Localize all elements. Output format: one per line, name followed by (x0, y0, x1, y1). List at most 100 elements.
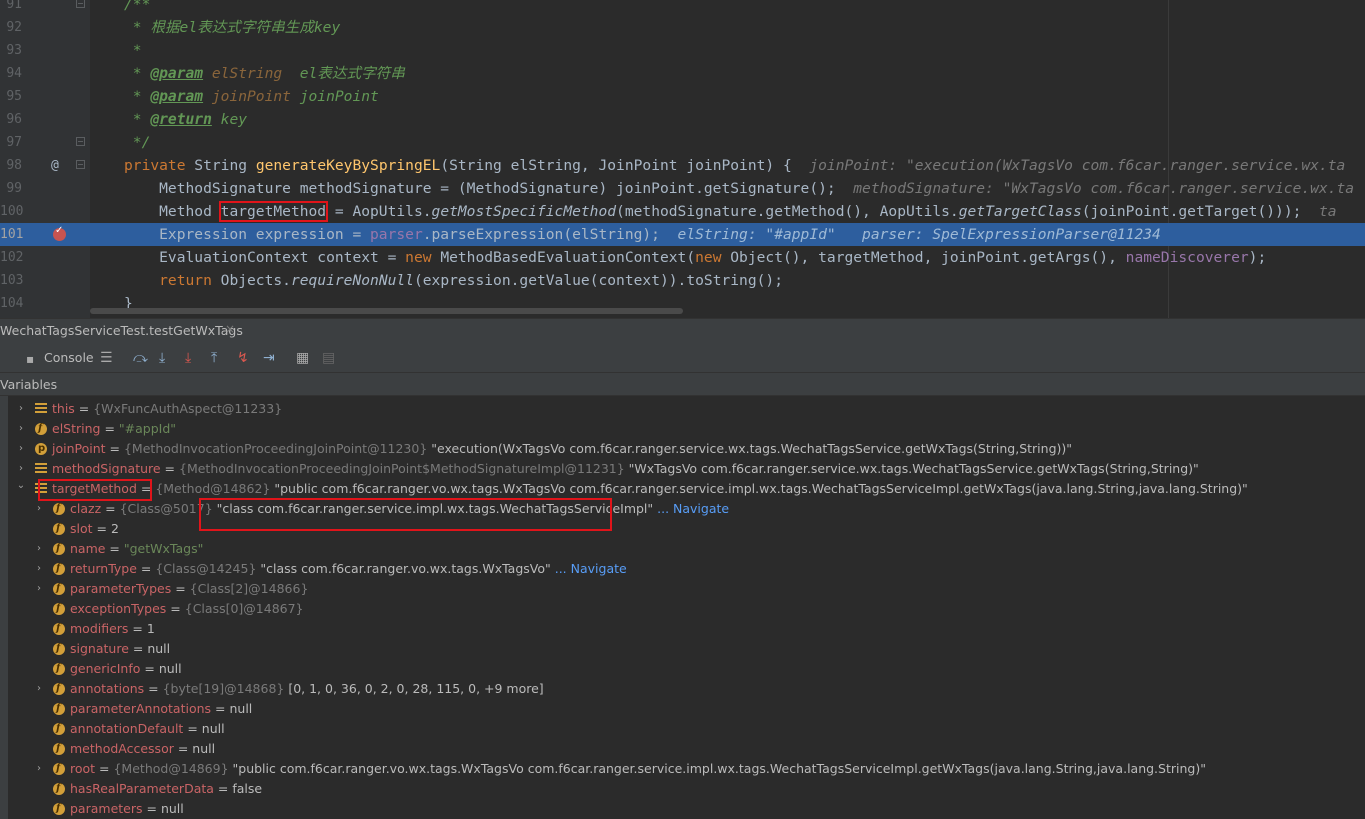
code-line[interactable]: 100 Method targetMethod = AopUtils.getMo… (0, 200, 1365, 223)
fold-icon[interactable] (76, 0, 85, 8)
variable-row-methodSignature[interactable]: › methodSignature = {MethodInvocationProc… (8, 459, 1365, 479)
equals-sign: = (92, 521, 111, 536)
run-to-cursor-icon[interactable]: ⇥ (263, 348, 275, 368)
breakpoint-icon[interactable] (53, 225, 66, 241)
variable-row-annotationDefault[interactable]: annotationDefault = null (8, 719, 1365, 739)
variable-row-hasRealParameterData[interactable]: hasRealParameterData = false (8, 779, 1365, 799)
variable-name: annotationDefault (70, 721, 184, 736)
variable-name: hasRealParameterData (70, 781, 214, 796)
evaluate-expression-icon[interactable]: ▦ (296, 348, 309, 368)
variable-value: "class com.f6car.ranger.service.impl.wx.… (212, 501, 654, 516)
code-line[interactable]: 103 return Objects.requireNonNull(expres… (0, 269, 1365, 292)
doc-tag: @param (150, 88, 204, 105)
step-over-icon[interactable]: ⤼ (133, 348, 148, 368)
code-line[interactable]: 96 * @return key (0, 108, 1365, 131)
field-icon (53, 719, 65, 739)
object-reference: {Class@5017} (119, 501, 213, 516)
variable-row-elString[interactable]: › elString = "#appId" (8, 419, 1365, 439)
code-line[interactable]: 92 * 根据el表达式字符串生成key (0, 16, 1365, 39)
expand-arrow-icon[interactable]: › (34, 679, 44, 699)
equals-sign: = (213, 781, 233, 796)
variable-row-parameters[interactable]: parameters = null (8, 799, 1365, 819)
expand-arrow-icon[interactable]: › (34, 499, 44, 519)
object-reference: {Method@14862} (155, 481, 271, 496)
doc-arg: joinPoint (203, 88, 291, 105)
code-text: EvaluationContext context = new MethodBa… (124, 246, 1266, 269)
variable-row-joinPoint[interactable]: › joinPoint = {MethodInvocationProceeding… (8, 439, 1365, 459)
variable-name: targetMethod (52, 481, 137, 496)
variable-row-modifiers[interactable]: modifiers = 1 (8, 619, 1365, 639)
field-icon (53, 639, 65, 659)
variable-row-root[interactable]: › root = {Method@14869} "public com.f6car… (8, 759, 1365, 779)
variable-row-exceptionTypes[interactable]: exceptionTypes = {Class[0]@14867} (8, 599, 1365, 619)
left-tool-strip[interactable] (0, 396, 8, 819)
code-segment: = AopUtils. (326, 203, 432, 220)
line-number: 104 (0, 296, 24, 311)
variables-title: Variables (0, 377, 58, 392)
code-line[interactable]: 93 * (0, 39, 1365, 62)
expand-arrow-icon[interactable]: › (16, 399, 26, 419)
variable-name: parameterAnnotations (70, 701, 212, 716)
code-line[interactable]: 95 * @param joinPoint joinPoint (0, 85, 1365, 108)
expand-arrow-icon[interactable]: › (34, 759, 44, 779)
field-icon (35, 419, 47, 439)
horizontal-scrollbar[interactable] (90, 308, 683, 314)
keyword: new (695, 249, 722, 266)
code-line[interactable]: 99 MethodSignature methodSignature = (Me… (0, 177, 1365, 200)
code-line[interactable]: 94 * @param elString el表达式字符串 (0, 62, 1365, 85)
expand-arrow-icon[interactable]: › (34, 539, 44, 559)
trace-stream-icon[interactable]: ▤ (322, 348, 335, 368)
expand-arrow-icon[interactable]: › (34, 559, 44, 579)
variable-row-parameterTypes[interactable]: › parameterTypes = {Class[2]@14866} (8, 579, 1365, 599)
current-execution-line[interactable]: 101 Expression expression = parser.parse… (0, 223, 1365, 246)
equals-sign: = (74, 401, 94, 416)
console-icon[interactable]: ▪ (26, 349, 34, 369)
expand-arrow-icon[interactable]: › (34, 579, 44, 599)
fold-icon[interactable] (76, 137, 85, 146)
fold-icon[interactable] (76, 160, 85, 169)
tab-debug-session[interactable]: WechatTagsServiceTest.testGetWxTags (0, 323, 243, 338)
variable-row-parameterAnnotations[interactable]: parameterAnnotations = null (8, 699, 1365, 719)
variable-row-targetMethod[interactable]: ⌄ targetMethod = {Method@14862} "public c… (8, 479, 1365, 499)
code-segment: ); (1248, 249, 1267, 266)
variable-name: joinPoint (52, 441, 106, 456)
highlighted-variable[interactable]: targetMethod (218, 201, 329, 222)
variable-row-name[interactable]: › name = "getWxTags" (8, 539, 1365, 559)
code-line[interactable]: 102 EvaluationContext context = new Meth… (0, 246, 1365, 269)
collapse-arrow-icon[interactable]: ⌄ (16, 476, 26, 496)
step-into-icon[interactable]: ⤓ (159, 348, 165, 368)
object-icon (35, 403, 47, 414)
force-step-into-icon[interactable]: ⤓ (185, 348, 191, 368)
code-line[interactable]: 98 @ private String generateKeyBySpringE… (0, 154, 1365, 177)
variable-name: modifiers (70, 621, 129, 636)
override-marker-icon[interactable]: @ (51, 154, 59, 177)
code-line[interactable]: 97 */ (0, 131, 1365, 154)
variables-tree[interactable]: › this = {WxFuncAuthAspect@11233} › elStrin… (8, 398, 1365, 819)
variable-row-clazz[interactable]: › clazz = {Class@5017} "class com.f6car.r… (8, 499, 1365, 519)
line-number: 91 (6, 0, 22, 12)
variable-value: null (201, 721, 225, 736)
object-icon (35, 463, 47, 474)
variable-row-this[interactable]: › this = {WxFuncAuthAspect@11233} (8, 399, 1365, 419)
variable-row-annotations[interactable]: › annotations = {byte[19]@14868} [0, 1, 0… (8, 679, 1365, 699)
code-text: private String generateKeyBySpringEL(Str… (124, 154, 1345, 177)
expand-arrow-icon[interactable]: › (16, 419, 26, 439)
drop-frame-icon[interactable]: ↯ (237, 348, 249, 368)
variable-row-methodAccessor[interactable]: methodAccessor = null (8, 739, 1365, 759)
close-icon[interactable]: × (225, 322, 235, 336)
console-tab[interactable]: Console (44, 350, 94, 365)
variable-row-genericInfo[interactable]: genericInfo = null (8, 659, 1365, 679)
variable-row-signature[interactable]: signature = null (8, 639, 1365, 659)
variable-row-slot[interactable]: slot = 2 (8, 519, 1365, 539)
expand-arrow-icon[interactable]: › (16, 439, 26, 459)
show-frame-icon[interactable]: ☰ (100, 348, 113, 368)
field-icon (53, 739, 65, 759)
navigate-link[interactable]: ... Navigate (551, 561, 627, 576)
variable-row-returnType[interactable]: › returnType = {Class@14245} "class com.f… (8, 559, 1365, 579)
variable-name: name (70, 541, 106, 556)
navigate-link[interactable]: ... Navigate (653, 501, 729, 516)
code-line[interactable]: 91 /** (0, 0, 1365, 16)
code-editor[interactable]: 91 /** 92 * 根据el表达式字符串生成key 93 * 94 * @p… (0, 0, 1365, 318)
step-out-icon[interactable]: ⤒ (211, 348, 217, 368)
variable-text: genericInfo = null (70, 659, 182, 679)
